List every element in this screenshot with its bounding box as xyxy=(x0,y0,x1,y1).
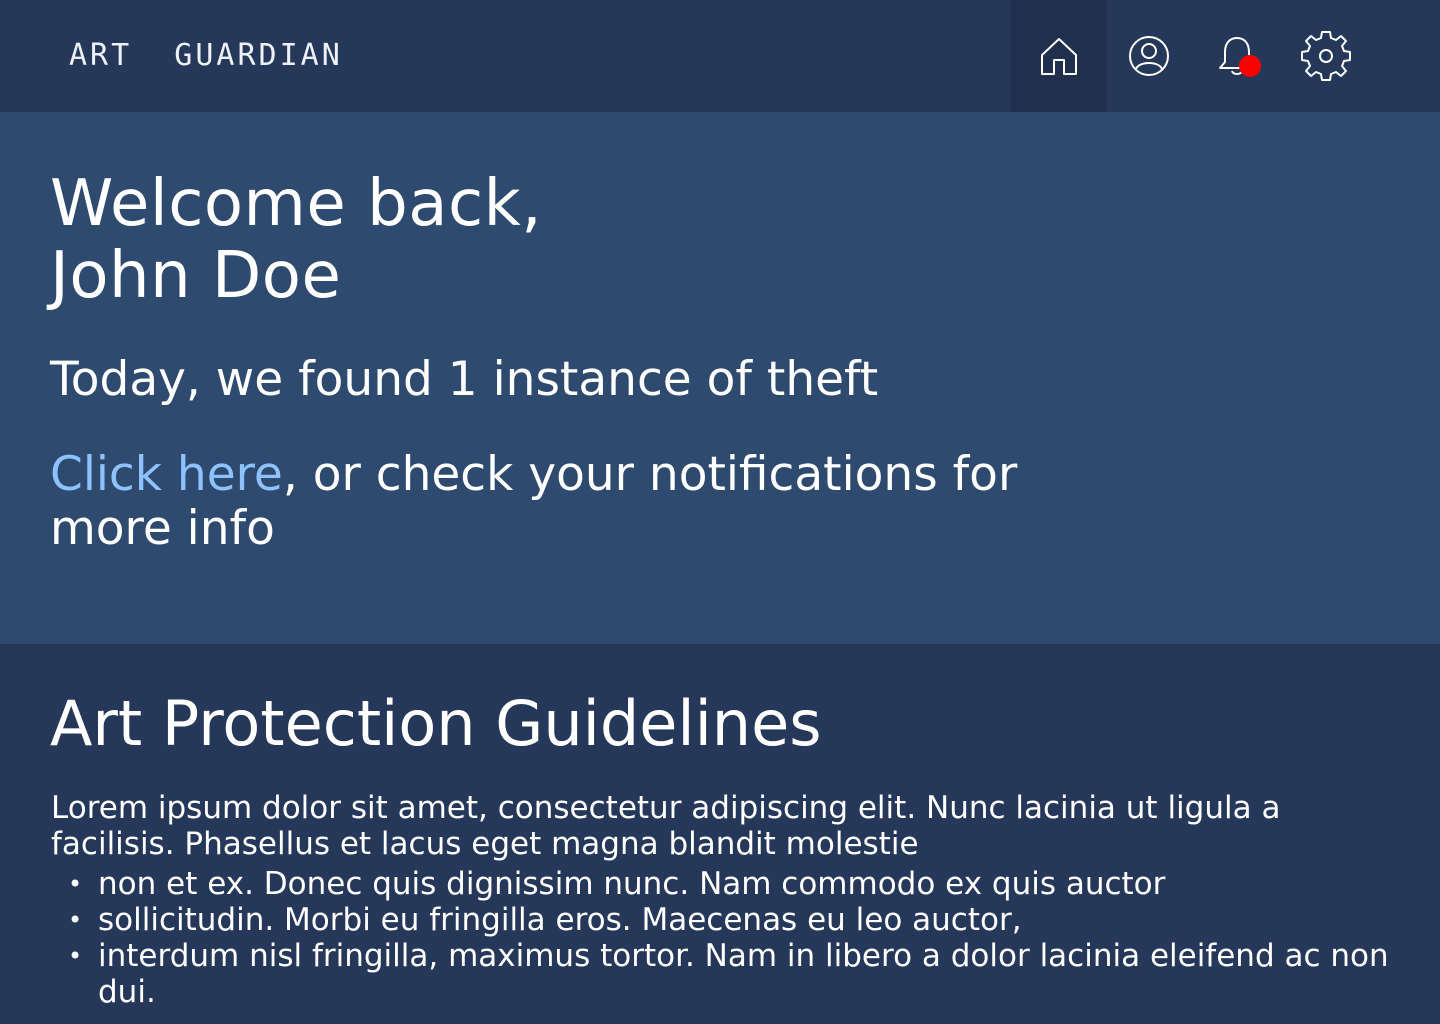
guideline-item: non et ex. Donec quis dignissim nunc. Na… xyxy=(68,866,1428,902)
welcome-greeting: Welcome back, xyxy=(50,167,543,241)
guidelines-list: non et ex. Donec quis dignissim nunc. Na… xyxy=(51,866,1428,1010)
more-info-text: Click here, or check your notifications … xyxy=(50,448,1030,556)
user-icon xyxy=(1129,36,1169,76)
nav-home-button[interactable] xyxy=(1011,0,1107,112)
click-here-link[interactable]: Click here xyxy=(50,447,283,502)
nav-profile-button[interactable] xyxy=(1101,0,1197,112)
top-navigation-bar: ART GUARDIAN xyxy=(0,0,1440,112)
guideline-item: interdum nisl fringilla, maximus tortor.… xyxy=(68,938,1428,1010)
guideline-item: sollicitudin. Morbi eu fringilla eros. M… xyxy=(68,902,1428,938)
nav-notifications-button[interactable] xyxy=(1189,0,1285,112)
notification-badge xyxy=(1239,55,1261,77)
guidelines-intro: Lorem ipsum dolor sit amet, consectetur … xyxy=(51,790,1281,862)
welcome-heading: Welcome back, John Doe xyxy=(50,168,542,312)
theft-summary: Today, we found 1 instance of theft xyxy=(50,352,879,407)
guidelines-title: Art Protection Guidelines xyxy=(50,687,822,760)
gear-icon xyxy=(1301,31,1351,81)
guidelines-section: Art Protection Guidelines Lorem ipsum do… xyxy=(0,644,1440,1024)
app-logo-text: ART GUARDIAN xyxy=(69,38,343,73)
nav-settings-button[interactable] xyxy=(1278,0,1374,112)
welcome-hero: Welcome back, John Doe Today, we found 1… xyxy=(0,112,1440,644)
user-name: John Doe xyxy=(50,239,342,313)
home-icon xyxy=(1041,38,1077,75)
